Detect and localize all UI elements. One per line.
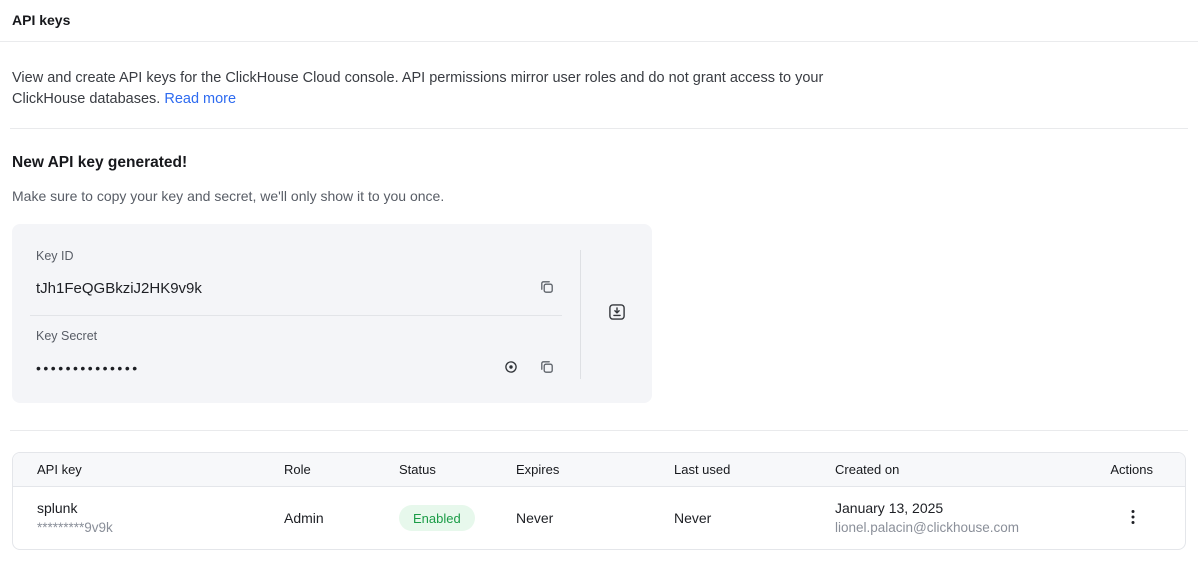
api-key-masked: *********9v9k	[37, 518, 284, 538]
cell-api-key: splunk *********9v9k	[13, 498, 284, 538]
key-card-fields: Key ID tJh1FeQGBkziJ2HK9v9k Key Secret •…	[12, 224, 580, 403]
field-divider	[30, 315, 562, 316]
reveal-secret-button[interactable]	[502, 359, 520, 377]
key-secret-label: Key Secret	[36, 328, 556, 344]
section-divider	[10, 128, 1188, 129]
copy-secret-button[interactable]	[538, 359, 556, 377]
column-header-actions: Actions	[1081, 462, 1185, 477]
table-row: splunk *********9v9k Admin Enabled Never…	[13, 487, 1185, 549]
column-header-role: Role	[284, 462, 399, 477]
key-id-value: tJh1FeQGBkziJ2HK9v9k	[36, 280, 538, 297]
column-header-last-used: Last used	[674, 462, 835, 477]
cell-last-used: Never	[674, 510, 835, 526]
copy-key-id-button[interactable]	[538, 279, 556, 297]
eye-icon	[503, 359, 519, 378]
copy-icon	[539, 359, 555, 378]
kebab-menu-icon	[1131, 509, 1135, 528]
cell-status: Enabled	[399, 505, 516, 531]
column-header-api-key: API key	[13, 462, 284, 477]
read-more-link[interactable]: Read more	[164, 91, 236, 107]
generated-key-title: New API key generated!	[12, 153, 1186, 173]
column-header-expires: Expires	[516, 462, 674, 477]
page-header: API keys	[0, 0, 1198, 42]
generated-key-subtitle: Make sure to copy your key and secret, w…	[12, 186, 1186, 206]
key-id-row: tJh1FeQGBkziJ2HK9v9k	[36, 276, 556, 300]
cell-actions	[1081, 507, 1185, 530]
key-card-side	[581, 224, 652, 403]
intro-description: View and create API keys for the ClickHo…	[12, 70, 823, 107]
download-key-button[interactable]	[608, 305, 626, 323]
api-keys-table: API key Role Status Expires Last used Cr…	[12, 452, 1186, 550]
status-badge: Enabled	[399, 505, 475, 531]
download-icon	[608, 303, 626, 324]
column-header-status: Status	[399, 462, 516, 477]
copy-icon	[539, 279, 555, 298]
generated-key-card: Key ID tJh1FeQGBkziJ2HK9v9k Key Secret •…	[12, 224, 652, 403]
section-divider	[10, 430, 1188, 431]
key-id-label: Key ID	[36, 248, 556, 264]
table-header-row: API key Role Status Expires Last used Cr…	[13, 453, 1185, 487]
created-by-email: lionel.palacin@clickhouse.com	[835, 518, 1081, 538]
row-actions-button[interactable]	[1125, 507, 1141, 530]
cell-created-on: January 13, 2025 lionel.palacin@clickhou…	[835, 498, 1081, 538]
api-key-name: splunk	[37, 498, 284, 518]
column-header-created-on: Created on	[835, 462, 1081, 477]
cell-role: Admin	[284, 510, 399, 526]
intro-text: View and create API keys for the ClickHo…	[12, 68, 826, 110]
page-title: API keys	[12, 8, 1186, 32]
key-secret-row: ••••••••••••••	[36, 356, 556, 380]
cell-expires: Never	[516, 510, 674, 526]
created-date: January 13, 2025	[835, 498, 1081, 518]
key-secret-masked-value: ••••••••••••••	[36, 360, 502, 376]
